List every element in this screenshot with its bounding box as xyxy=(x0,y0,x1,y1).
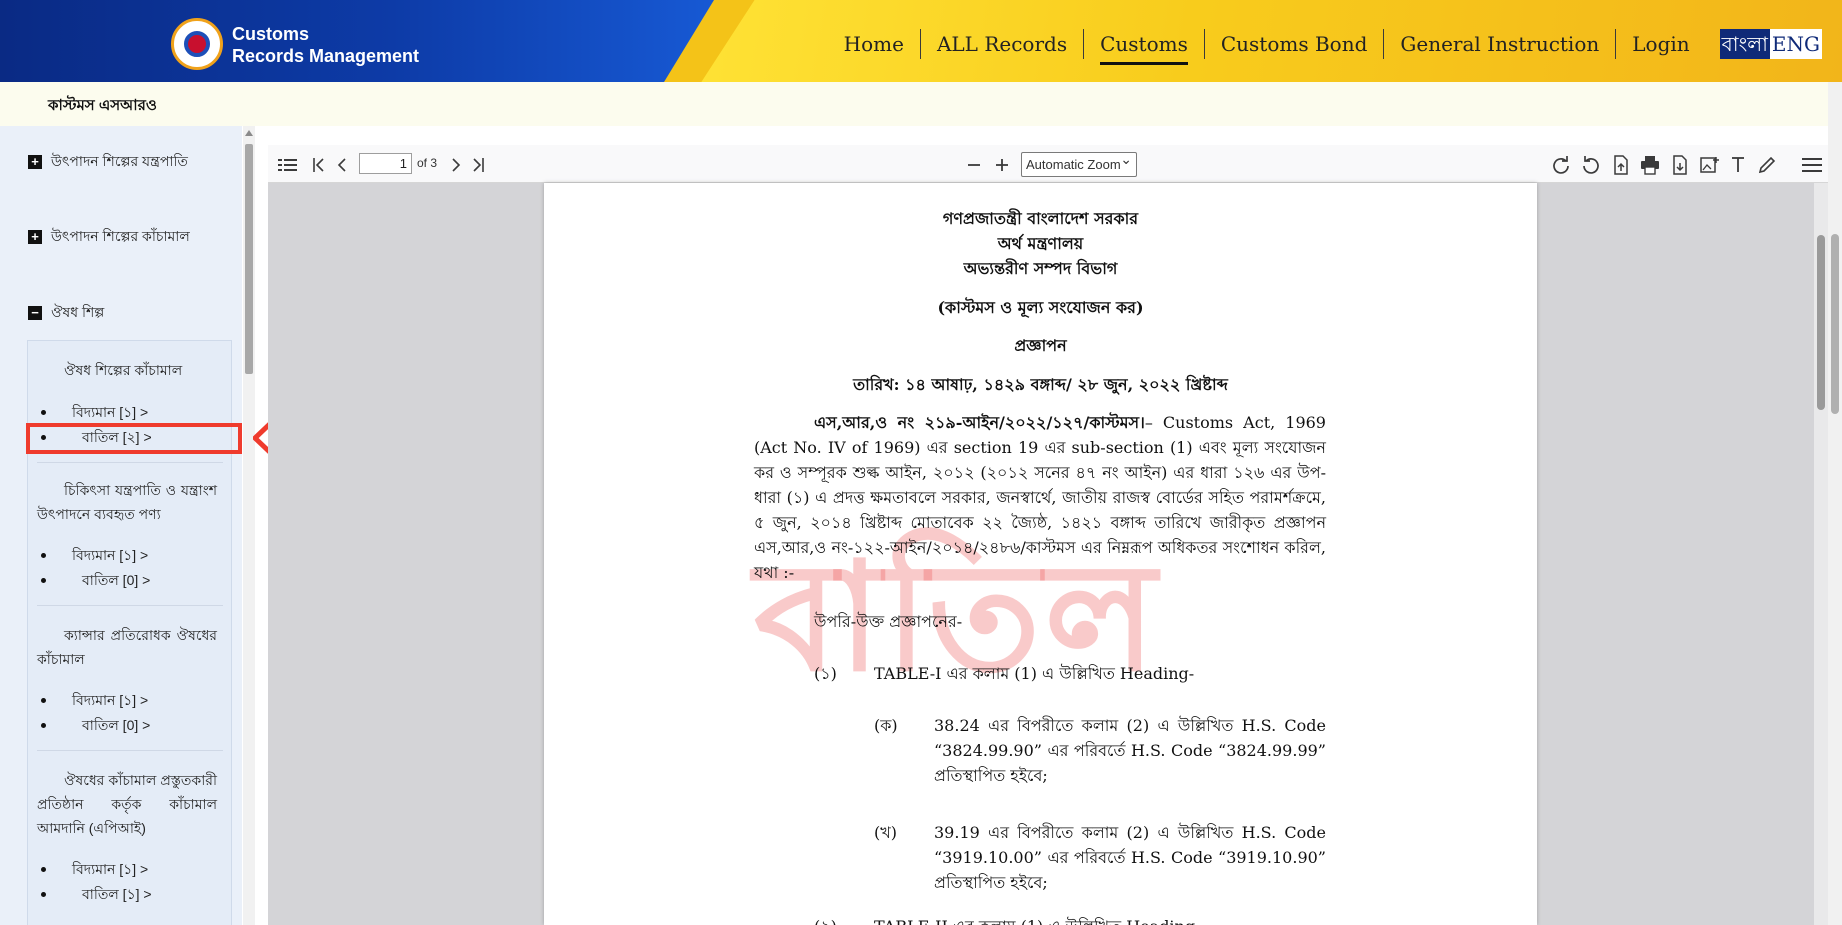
bullet-icon xyxy=(41,698,46,703)
brand-name[interactable]: Customs Records Management xyxy=(232,23,419,67)
doc-header-line-1: গণপ্রজাতন্ত্রী বাংলাদেশ সরকার xyxy=(942,209,1139,228)
tools-menu-icon[interactable] xyxy=(1801,155,1823,175)
doc-paragraph-1: এস,আর,ও নং ২১৯-আইন/২০২২/১২৭/কাস্টমস।– Cu… xyxy=(754,410,1326,585)
doc-paragraph-1-text: – Customs Act, 1969 (Act No. IV of 1969)… xyxy=(754,413,1326,582)
zoom-select-value: Automatic Zoom xyxy=(1026,157,1121,172)
zoom-select[interactable]: Automatic Zoom xyxy=(1021,148,1137,177)
sidebar-scrollbar[interactable] xyxy=(243,126,255,925)
subcategory-title[interactable]: ঔষধের কাঁচামাল প্রস্তুতকারী প্রতিষ্ঠান ক… xyxy=(37,768,217,840)
divider xyxy=(37,462,223,463)
doc-sub-a-text: 38.24 এর বিপরীতে কলাম (2) এ উল্লিখিত H.S… xyxy=(934,716,1326,785)
nav-customs[interactable]: Customs xyxy=(1084,29,1205,65)
page-scroll-thumb[interactable] xyxy=(1831,234,1839,414)
draw-tool-icon[interactable] xyxy=(1757,155,1777,175)
sro-number: এস,আর,ও নং ২১৯-আইন/২০২২/১২৭/কাস্টমস। xyxy=(814,413,1145,432)
doc-subheading: (কাস্টমস ও মূল্য সংযোজন কর) xyxy=(937,298,1144,317)
collapse-toggle-icon[interactable]: − xyxy=(28,306,42,320)
doc-title: প্রজ্ঞাপন xyxy=(1014,336,1067,355)
next-page-icon[interactable] xyxy=(450,156,462,174)
pdf-toolbar: 1 of 3 Automatic Zoom xyxy=(268,145,1842,183)
site-header: Customs Records Management Home ALL Reco… xyxy=(0,0,1842,82)
pdf-scroll-thumb[interactable] xyxy=(1817,235,1825,410)
nav-home[interactable]: Home xyxy=(828,29,921,59)
doc-sub-b-number: (খ) xyxy=(874,823,897,842)
pdf-page: বাতিল গণপ্রজাতন্ত্রী বাংলাদেশ সরকার অর্থ… xyxy=(544,183,1537,925)
sidebar-category-raw-materials[interactable]: + উৎপাদন শিল্পের কাঁচামাল xyxy=(28,225,190,249)
doc-item-1-number: (১) xyxy=(814,664,837,683)
list-item-existing[interactable]: বিদ্যমান [১] > xyxy=(72,544,148,568)
nav-customs-bond[interactable]: Customs Bond xyxy=(1205,29,1385,59)
list-item-cancelled[interactable]: বাতিল [0] > xyxy=(82,714,150,738)
bullet-icon xyxy=(41,867,46,872)
rotate-clockwise-icon[interactable] xyxy=(1551,155,1571,175)
doc-item-2-number: (২) xyxy=(814,914,854,925)
divider xyxy=(37,605,223,606)
add-image-icon[interactable] xyxy=(1700,155,1720,175)
nav-login[interactable]: Login xyxy=(1616,29,1705,59)
last-page-icon[interactable] xyxy=(471,156,485,174)
sidebar-category-machinery[interactable]: + উৎপাদন শিল্পের যন্ত্রপাতি xyxy=(28,150,188,174)
print-icon[interactable] xyxy=(1640,155,1660,175)
bullet-icon xyxy=(41,723,46,728)
customs-logo-icon[interactable] xyxy=(171,18,223,70)
doc-sub-a-number: (ক) xyxy=(874,716,898,735)
download-icon[interactable] xyxy=(1671,155,1689,175)
bullet-icon xyxy=(41,892,46,897)
category-label: উৎপাদন শিল্পের কাঁচামাল xyxy=(51,228,190,244)
bullet-icon xyxy=(41,553,46,558)
list-item-existing[interactable]: বিদ্যমান [১] > xyxy=(72,689,148,713)
subcategory-title[interactable]: ঔষধ শিল্পের কাঁচামাল xyxy=(64,358,182,382)
category-label: ঔষধ শিল্প xyxy=(51,304,105,320)
bullet-icon xyxy=(41,410,46,415)
open-file-icon[interactable] xyxy=(1612,155,1630,175)
sidebar-scroll-thumb[interactable] xyxy=(245,144,253,374)
nav-all-records[interactable]: ALL Records xyxy=(921,29,1085,59)
main-nav: Home ALL Records Customs Customs Bond Ge… xyxy=(828,28,1822,65)
doc-item-2-text: TABLE-II এর কলাম (1) এ উল্লিখিত Heading xyxy=(874,914,1326,925)
sidebar-category-pharma[interactable]: − ঔষধ শিল্প xyxy=(28,301,104,325)
breadcrumb-bar: কাস্টমস এসআরও xyxy=(0,82,1842,126)
doc-item-1-text: TABLE-I এর কলাম (1) এ উল্লিখিত Heading- xyxy=(874,664,1195,683)
zoom-out-icon[interactable] xyxy=(966,156,982,174)
page-scrollbar[interactable] xyxy=(1828,82,1842,925)
bullet-icon xyxy=(41,578,46,583)
lang-bangla-button[interactable]: বাংলা xyxy=(1719,29,1770,59)
list-item-cancelled[interactable]: বাতিল [0] > xyxy=(82,569,150,593)
brand-line-2: Records Management xyxy=(232,46,420,66)
doc-header-line-3: অভ্যন্তরীণ সম্পদ বিভাগ xyxy=(963,259,1118,278)
pdf-scrollbar[interactable] xyxy=(1814,183,1828,925)
subcategory-title[interactable]: ক্যান্সার প্রতিরোধক ঔষধের কাঁচামাল xyxy=(37,623,217,671)
doc-date: তারিখ: ১৪ আষাঢ়, ১৪২৯ বঙ্গাব্দ/ ২৮ জুন, … xyxy=(853,375,1228,394)
highlight-box xyxy=(26,423,242,454)
page-count: of 3 xyxy=(417,156,438,170)
doc-intro: উপরি-উক্ত প্রজ্ঞাপনের- xyxy=(814,612,963,631)
breadcrumb: কাস্টমস এসআরও xyxy=(48,97,157,114)
doc-sub-b-text: 39.19 এর বিপরীতে কলাম (2) এ উল্লিখিত H.S… xyxy=(934,823,1326,892)
lang-english-button[interactable]: ENG xyxy=(1769,29,1822,59)
list-item-existing[interactable]: বিদ্যমান [১] > xyxy=(72,858,148,882)
previous-page-icon[interactable] xyxy=(336,156,348,174)
subcategory-title[interactable]: চিকিৎসা যন্ত্রপাতি ও যন্ত্রাংশ উৎপাদনে ব… xyxy=(37,478,217,526)
expand-toggle-icon[interactable]: + xyxy=(28,230,42,244)
zoom-in-icon[interactable] xyxy=(994,156,1010,174)
first-page-icon[interactable] xyxy=(312,156,326,174)
expand-toggle-icon[interactable]: + xyxy=(28,155,42,169)
list-item-existing[interactable]: বিদ্যমান [১] > xyxy=(72,401,148,425)
rotate-counterclockwise-icon[interactable] xyxy=(1581,155,1601,175)
category-label: উৎপাদন শিল্পের যন্ত্রপাতি xyxy=(51,153,188,169)
scroll-up-arrow-icon[interactable] xyxy=(245,130,253,136)
language-switch: বাংলা ENG xyxy=(1719,28,1822,60)
sidebar-toggle-icon[interactable] xyxy=(278,157,298,173)
nav-general-instruction[interactable]: General Instruction xyxy=(1384,29,1617,59)
list-item-cancelled[interactable]: বাতিল [১] > xyxy=(82,883,152,907)
doc-header-line-2: অর্থ মন্ত্রণালয় xyxy=(997,234,1084,253)
brand-line-1: Customs xyxy=(232,24,310,44)
text-tool-icon[interactable] xyxy=(1730,155,1746,175)
divider xyxy=(37,750,223,751)
page-number-input[interactable]: 1 xyxy=(359,153,412,174)
